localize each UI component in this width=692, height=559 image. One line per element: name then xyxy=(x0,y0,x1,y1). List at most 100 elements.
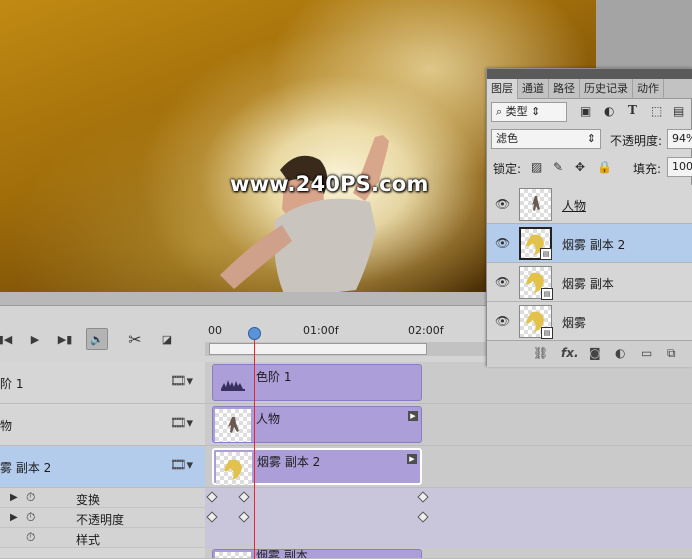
tab-paths[interactable]: 路径 xyxy=(549,79,580,99)
layer-item-selected[interactable]: 👁 ▤ 烟雾 副本 2 xyxy=(487,224,692,263)
new-layer-icon[interactable]: ⧉ xyxy=(667,346,676,361)
lock-transparent-icon[interactable]: ▨ xyxy=(531,160,542,174)
timeline-layer-row[interactable]: 物 🎞▾ xyxy=(0,404,205,446)
video-clip[interactable]: 烟雾 副本 xyxy=(212,549,422,559)
layer-name: 烟雾 副本 xyxy=(562,277,614,291)
expand-arrow-icon[interactable]: ▶ xyxy=(10,492,18,503)
levels-thumbnail xyxy=(215,367,251,400)
property-label: 不透明度 xyxy=(76,513,125,527)
shape-filter-icon[interactable]: ⬚ xyxy=(651,104,662,118)
lock-label: 锁定: xyxy=(493,162,522,176)
blend-mode-value: 滤色 xyxy=(496,132,518,145)
film-strip-icon[interactable]: 🎞▾ xyxy=(170,374,193,389)
lock-brush-icon[interactable]: ✎ xyxy=(553,160,563,174)
fill-input[interactable]: 100% xyxy=(667,157,692,177)
play-icon[interactable]: ▶ xyxy=(24,328,46,350)
pasteboard xyxy=(596,0,692,68)
keyframe-diamond[interactable] xyxy=(206,511,218,523)
eye-icon[interactable]: 👁 xyxy=(495,236,510,250)
tab-layers[interactable]: 图层 xyxy=(487,79,518,99)
speaker-icon[interactable]: 🔈 xyxy=(86,328,108,350)
fill-label: 填充: xyxy=(633,162,662,176)
layer-name: 烟雾 副本 2 xyxy=(562,238,626,252)
fx-icon[interactable]: fx. xyxy=(561,346,579,360)
scissors-icon[interactable]: ✂ xyxy=(124,328,146,350)
filter-label: 类型 xyxy=(505,105,528,118)
layer-item[interactable]: 👁 ▤ 烟雾 xyxy=(487,302,692,341)
property-row-opacity[interactable]: ▶ ⏱ 不透明度 xyxy=(0,508,692,528)
ruler-label-2s: 02:00f xyxy=(408,324,444,337)
property-row-transform[interactable]: ▶ ⏱ 变换 xyxy=(0,488,692,508)
timeline-layer-row[interactable]: 阶 1 🎞▾ xyxy=(0,362,205,404)
clip-name: 烟雾 副本 xyxy=(256,549,308,559)
folder-icon[interactable]: ▭ xyxy=(641,346,652,360)
keyframe-diamond[interactable] xyxy=(417,491,429,503)
lock-move-icon[interactable]: ✥ xyxy=(575,160,585,174)
lock-all-icon[interactable]: 🔒 xyxy=(597,160,612,174)
playhead-line xyxy=(254,330,255,559)
clip-end-icon[interactable]: ▶ xyxy=(407,454,417,464)
layer-thumbnail: ▤ xyxy=(519,266,553,300)
layer-name: 物 xyxy=(0,419,13,433)
layer-name: 人物 xyxy=(562,199,587,213)
chevron-icon: ⇕ xyxy=(531,105,541,118)
eye-icon[interactable]: 👁 xyxy=(495,314,510,328)
video-clip[interactable]: 色阶 1 xyxy=(212,364,422,401)
layer-thumbnail: ▤ xyxy=(519,305,553,339)
panel-title-bar[interactable] xyxy=(487,69,692,79)
property-track xyxy=(205,488,692,508)
adjustment-layer-icon[interactable]: ◐ xyxy=(615,346,625,360)
expand-arrow-icon[interactable]: ▶ xyxy=(10,512,18,523)
stopwatch-icon[interactable]: ⏱ xyxy=(26,510,35,525)
video-clip[interactable]: 人物 ▶ xyxy=(212,406,422,443)
layer-name: 雾 副本 2 xyxy=(0,461,52,475)
keyframe-diamond[interactable] xyxy=(238,511,250,523)
eye-icon[interactable]: 👁 xyxy=(495,197,510,211)
link-icon[interactable]: ⛓ xyxy=(533,346,548,360)
keyframe-diamond[interactable] xyxy=(417,511,429,523)
opacity-label: 不透明度: xyxy=(610,134,663,148)
layer-item[interactable]: 👁 人物 xyxy=(487,185,692,224)
playhead-handle[interactable] xyxy=(248,327,261,340)
skip-back-icon[interactable]: ▮◀ xyxy=(0,328,16,350)
clip-name: 人物 xyxy=(256,412,281,426)
film-strip-icon[interactable]: 🎞▾ xyxy=(170,458,193,473)
person-figure xyxy=(220,135,389,292)
property-label: 变换 xyxy=(76,493,101,507)
stopwatch-icon[interactable]: ⏱ xyxy=(26,530,35,545)
smart-object-badge-icon: ▤ xyxy=(541,327,553,339)
text-filter-icon[interactable]: T xyxy=(628,103,637,117)
tab-channels[interactable]: 通道 xyxy=(518,79,549,99)
opacity-input[interactable]: 94% xyxy=(667,129,692,149)
timeline-track: 色阶 1 xyxy=(205,362,692,404)
smart-object-filter-icon[interactable]: ▤ xyxy=(673,104,684,118)
timeline-layer-row[interactable] xyxy=(0,548,205,559)
transition-icon[interactable]: ◪ xyxy=(156,328,178,350)
panel-tabs: 图层 通道 路径 历史记录 动作 xyxy=(487,79,692,99)
mask-icon[interactable]: ◙ xyxy=(589,346,601,360)
adjustment-filter-icon[interactable]: ◐ xyxy=(604,104,614,118)
smart-object-badge-icon: ▤ xyxy=(540,248,552,260)
keyframe-diamond[interactable] xyxy=(238,491,250,503)
timeline-toolbar: ▮◀ ▶ ▶▮ 🔈 ✂ ◪ xyxy=(0,315,205,359)
image-filter-icon[interactable]: ▣ xyxy=(580,104,591,118)
layers-panel-footer: ⛓ fx. ◙ ◐ ▭ ⧉ xyxy=(487,340,692,367)
film-strip-icon[interactable]: 🎞▾ xyxy=(170,416,193,431)
timeline-layer-row-selected[interactable]: 雾 副本 2 🎞▾ xyxy=(0,446,205,488)
watermark-text: www.240PS.com xyxy=(230,172,429,196)
tab-history[interactable]: 历史记录 xyxy=(580,79,633,99)
timeline-track: 烟雾 副本 xyxy=(205,548,692,559)
keyframe-diamond[interactable] xyxy=(206,491,218,503)
blend-mode-select[interactable]: 滤色 ⇕ xyxy=(491,129,601,149)
video-clip-selected[interactable]: 烟雾 副本 2 ▶ xyxy=(212,448,422,485)
layer-item[interactable]: 👁 ▤ 烟雾 副本 xyxy=(487,263,692,302)
work-area-range[interactable] xyxy=(209,343,427,355)
tab-actions[interactable]: 动作 xyxy=(633,79,664,99)
layer-filter-select[interactable]: ⌕ 类型 ⇕ xyxy=(491,102,567,122)
property-row-style[interactable]: ⏱ 样式 xyxy=(0,528,692,548)
stopwatch-icon[interactable]: ⏱ xyxy=(26,490,35,505)
eye-icon[interactable]: 👁 xyxy=(495,275,510,289)
skip-forward-icon[interactable]: ▶▮ xyxy=(54,328,76,350)
timeline-track: 人物 ▶ xyxy=(205,404,692,446)
clip-end-icon[interactable]: ▶ xyxy=(408,411,418,421)
